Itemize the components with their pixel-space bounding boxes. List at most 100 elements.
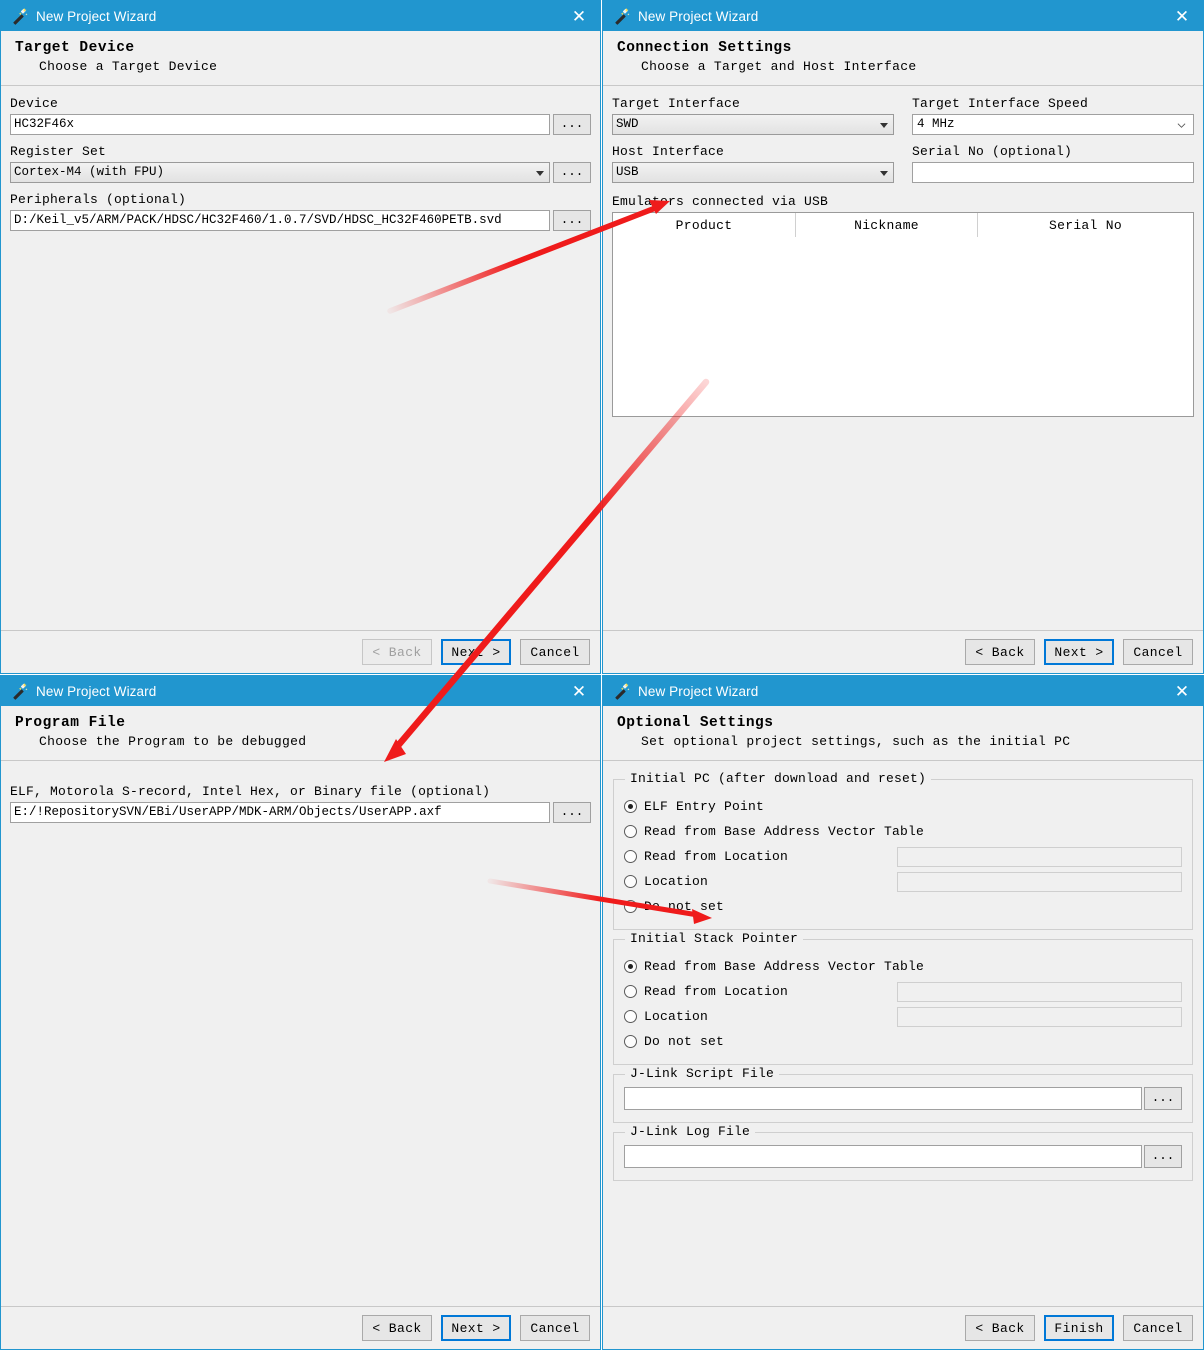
radio-sp-location[interactable]	[624, 1010, 637, 1023]
radio-label: ELF Entry Point	[644, 799, 765, 814]
column-header-product[interactable]: Product	[613, 213, 795, 237]
radio-row-pc-location[interactable]: Location	[624, 869, 1182, 894]
target-speed-select[interactable]: 4 MHz	[912, 114, 1194, 135]
device-input[interactable]: HC32F46x	[10, 114, 550, 135]
emulators-table-body[interactable]	[613, 237, 1193, 416]
page-title: Connection Settings	[617, 40, 792, 56]
interface-grid: Target Interface SWD Host Interface USB	[612, 96, 1194, 183]
device-browse-button[interactable]: ...	[553, 114, 591, 135]
next-button[interactable]: Next >	[441, 1315, 511, 1341]
dialog-program-file: New Project Wizard ✕ Program File Choose…	[0, 675, 601, 1350]
cancel-button[interactable]: Cancel	[1123, 639, 1193, 665]
page-subtitle: Choose the Program to be debugged	[39, 734, 307, 749]
program-file-input[interactable]: E:/!RepositorySVN/EBi/UserAPP/MDK-ARM/Ob…	[10, 802, 550, 823]
group-initial-pc: Initial PC (after download and reset) EL…	[613, 771, 1193, 930]
group-title-jlink-log-file: J-Link Log File	[625, 1124, 756, 1139]
radio-sp-read-from-location[interactable]	[624, 985, 637, 998]
radio-elf-entry-point[interactable]	[624, 800, 637, 813]
window-title: New Project Wizard	[638, 683, 759, 699]
serial-no-row	[912, 162, 1194, 183]
magic-wand-icon	[9, 6, 29, 26]
close-icon[interactable]: ✕	[564, 3, 594, 29]
program-file-label: ELF, Motorola S-record, Intel Hex, or Bi…	[10, 784, 491, 799]
chevron-down-icon	[1177, 123, 1186, 128]
input-pc-read-from-location[interactable]	[897, 846, 1182, 867]
dialog-body: Target Interface SWD Host Interface USB	[603, 86, 1203, 630]
dialog-body: Device HC32F46x ... Register Set Cortex-…	[1, 86, 600, 630]
jlink-log-file-browse-button[interactable]: ...	[1144, 1145, 1182, 1168]
radio-pc-location[interactable]	[624, 875, 637, 888]
radio-row-sp-location[interactable]: Location	[624, 1004, 1182, 1029]
input-sp-location[interactable]	[897, 1006, 1182, 1027]
radio-row-pc-do-not-set[interactable]: Do not set	[624, 894, 1182, 919]
radio-label: Read from Base Address Vector Table	[644, 959, 925, 974]
back-button[interactable]: < Back	[965, 1315, 1035, 1341]
back-button[interactable]: < Back	[965, 639, 1035, 665]
peripherals-input[interactable]: D:/Keil_v5/ARM/PACK/HDSC/HC32F460/1.0.7/…	[10, 210, 550, 231]
chevron-down-icon	[880, 122, 888, 128]
close-icon[interactable]: ✕	[564, 678, 594, 704]
page-title: Optional Settings	[617, 715, 774, 731]
radio-sp-read-base-address-vector-table[interactable]	[624, 960, 637, 973]
jlink-script-file-browse-button[interactable]: ...	[1144, 1087, 1182, 1110]
titlebar: New Project Wizard ✕	[603, 1, 1203, 31]
cancel-button[interactable]: Cancel	[1123, 1315, 1193, 1341]
next-button[interactable]: Next >	[1044, 639, 1114, 665]
host-interface-value: USB	[616, 165, 639, 179]
chevron-down-icon	[536, 170, 544, 176]
group-title-initial-stack-pointer: Initial Stack Pointer	[625, 931, 804, 946]
target-interface-select[interactable]: SWD	[612, 114, 894, 135]
serial-no-input[interactable]	[912, 162, 1194, 183]
radio-row-pc-read-base-address-vector-table[interactable]: Read from Base Address Vector Table	[624, 819, 1182, 844]
emulators-label: Emulators connected via USB	[612, 194, 829, 209]
screenshot-root: New Project Wizard ✕ Target Device Choos…	[0, 0, 1204, 1350]
host-interface-select[interactable]: USB	[612, 162, 894, 183]
column-header-serial-no[interactable]: Serial No	[977, 213, 1193, 237]
back-button[interactable]: < Back	[362, 1315, 432, 1341]
radio-sp-do-not-set[interactable]	[624, 1035, 637, 1048]
jlink-log-file-input[interactable]	[624, 1145, 1142, 1168]
radio-label: Do not set	[644, 899, 725, 914]
radio-pc-read-from-location[interactable]	[624, 850, 637, 863]
input-pc-location[interactable]	[897, 871, 1182, 892]
register-set-select[interactable]: Cortex-M4 (with FPU)	[10, 162, 550, 183]
close-icon[interactable]: ✕	[1167, 3, 1197, 29]
register-set-row: Cortex-M4 (with FPU) ...	[10, 162, 591, 183]
cancel-button[interactable]: Cancel	[520, 1315, 590, 1341]
dialog-footer: < Back Next > Cancel	[603, 630, 1203, 673]
dialog-footer: < Back Next > Cancel	[1, 630, 600, 673]
cancel-button[interactable]: Cancel	[520, 639, 590, 665]
titlebar: New Project Wizard ✕	[1, 1, 600, 31]
radio-pc-do-not-set[interactable]	[624, 900, 637, 913]
finish-button[interactable]: Finish	[1044, 1315, 1114, 1341]
program-file-browse-button[interactable]: ...	[553, 802, 591, 823]
radio-row-sp-read-from-location[interactable]: Read from Location	[624, 979, 1182, 1004]
interface-column-right: Target Interface Speed 4 MHz Serial No (…	[912, 96, 1194, 183]
close-icon[interactable]: ✕	[1167, 678, 1197, 704]
radio-label: Location	[644, 1009, 709, 1024]
radio-row-sp-read-base-address-vector-table[interactable]: Read from Base Address Vector Table	[624, 954, 1182, 979]
magic-wand-icon	[611, 681, 631, 701]
window-title: New Project Wizard	[36, 8, 157, 24]
radio-row-elf-entry-point[interactable]: ELF Entry Point	[624, 794, 1182, 819]
column-header-nickname[interactable]: Nickname	[795, 213, 977, 237]
emulators-table[interactable]: Product Nickname Serial No	[612, 212, 1194, 417]
peripherals-row: D:/Keil_v5/ARM/PACK/HDSC/HC32F460/1.0.7/…	[10, 210, 591, 231]
register-set-browse-button[interactable]: ...	[553, 162, 591, 183]
back-button[interactable]: < Back	[362, 639, 432, 665]
emulators-table-header: Product Nickname Serial No	[613, 213, 1193, 237]
radio-row-sp-do-not-set[interactable]: Do not set	[624, 1029, 1182, 1054]
next-button[interactable]: Next >	[441, 639, 511, 665]
jlink-script-file-input[interactable]	[624, 1087, 1142, 1110]
dialog-target-device: New Project Wizard ✕ Target Device Choos…	[0, 0, 601, 674]
dialog-optional-settings: New Project Wizard ✕ Optional Settings S…	[602, 675, 1204, 1350]
target-speed-row: 4 MHz	[912, 114, 1194, 135]
input-sp-read-from-location[interactable]	[897, 981, 1182, 1002]
device-row: HC32F46x ...	[10, 114, 591, 135]
jlink-log-file-row: ...	[624, 1145, 1182, 1168]
radio-row-pc-read-from-location[interactable]: Read from Location	[624, 844, 1182, 869]
radio-pc-read-base-address-vector-table[interactable]	[624, 825, 637, 838]
peripherals-browse-button[interactable]: ...	[553, 210, 591, 231]
magic-wand-icon	[611, 6, 631, 26]
titlebar: New Project Wizard ✕	[1, 676, 600, 706]
